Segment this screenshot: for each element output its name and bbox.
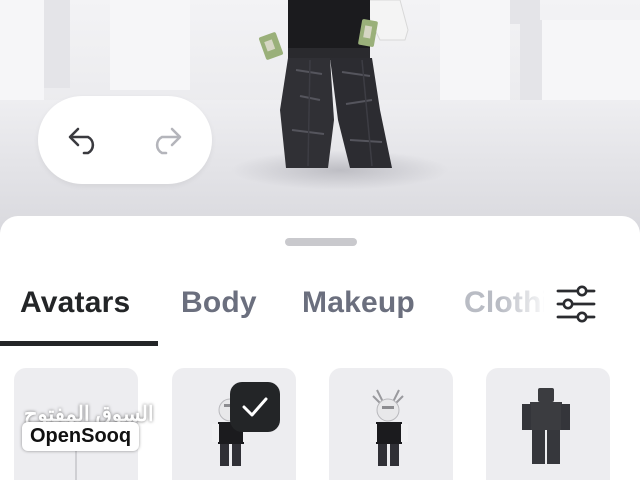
tab-body[interactable]: Body [181, 286, 257, 320]
scene-block [0, 0, 44, 104]
filter-button[interactable] [551, 282, 601, 326]
avatar-card[interactable] [329, 368, 453, 480]
tabs-fade-overlay [500, 280, 550, 332]
scene-block [110, 0, 190, 90]
tab-makeup[interactable]: Makeup [302, 286, 415, 320]
watermark-latin-text: OpenSooq [22, 422, 140, 451]
avatar-card[interactable] [486, 368, 610, 480]
sheet-drag-handle[interactable] [285, 238, 357, 246]
default-body-thumbnail-icon [522, 388, 570, 464]
scene-block [520, 20, 542, 112]
avatar-card[interactable] [172, 368, 296, 480]
avatar-scene [0, 0, 640, 232]
selected-check-badge [230, 382, 280, 432]
undo-button[interactable] [62, 118, 106, 162]
scene-block [44, 0, 70, 88]
sliders-icon [556, 285, 596, 323]
opensooq-watermark: السوق المفتوح OpenSooq [22, 402, 172, 458]
redo-button[interactable] [144, 118, 188, 162]
scene-block [440, 0, 510, 100]
tab-avatars[interactable]: Avatars [20, 286, 130, 320]
undo-icon [68, 127, 95, 155]
undo-redo-pill [38, 96, 212, 184]
avatar-thumbnail-icon [370, 389, 408, 466]
active-tab-underline [0, 341, 158, 346]
redo-icon [155, 127, 182, 155]
avatar-model[interactable] [230, 0, 430, 180]
checkmark-icon [242, 397, 268, 417]
scene-block [540, 20, 640, 112]
